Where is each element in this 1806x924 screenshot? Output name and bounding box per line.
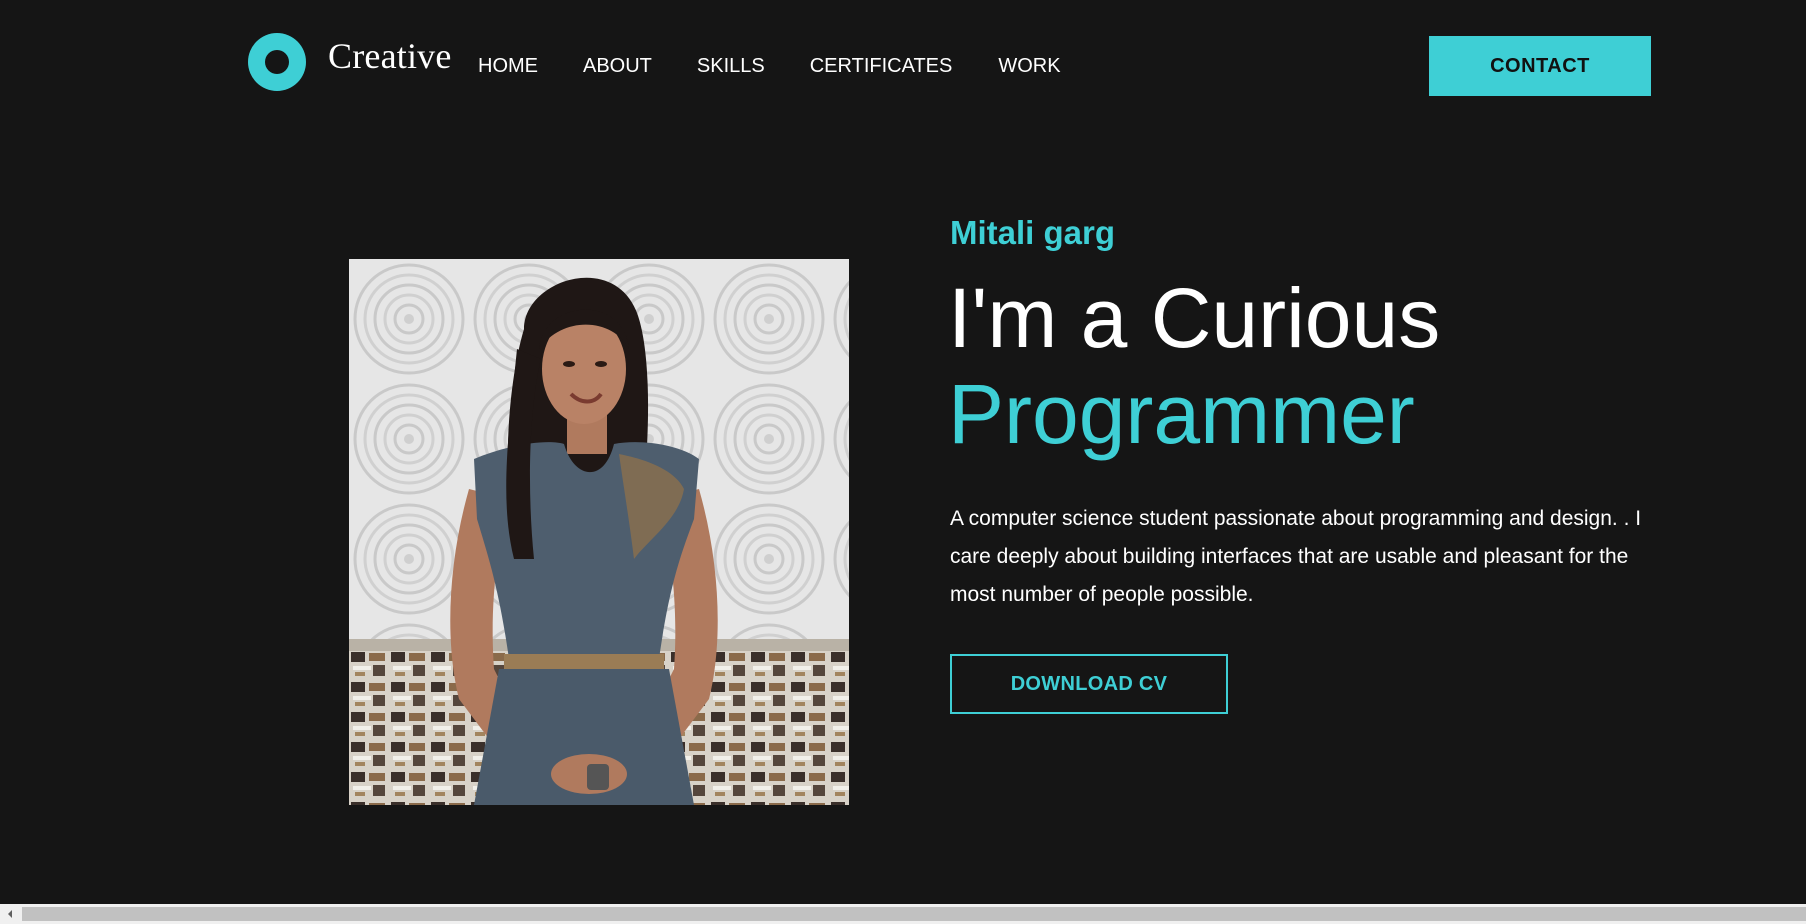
logo-text[interactable]: Creative (328, 38, 452, 74)
nav-item-home[interactable]: HOME (478, 54, 538, 78)
nav-item-work[interactable]: WORK (998, 54, 1060, 78)
contact-button[interactable]: CONTACT (1429, 36, 1651, 96)
download-cv-button[interactable]: DOWNLOAD CV (950, 654, 1228, 714)
horizontal-scrollbar[interactable] (0, 904, 1806, 924)
hero-headline-line2: Programmer (948, 367, 1415, 461)
chevron-left-icon[interactable] (0, 904, 20, 924)
profile-photo (349, 259, 849, 805)
page: Creative HOME ABOUT SKILLS CERTIFICATES … (0, 0, 1806, 924)
hero-headline-line1: I'm a Curious (948, 271, 1441, 365)
nav-item-certificates[interactable]: CERTIFICATES (810, 54, 953, 78)
nav-item-skills[interactable]: SKILLS (697, 54, 765, 78)
nav-item-about[interactable]: ABOUT (583, 54, 652, 78)
logo-ring-icon[interactable] (248, 33, 306, 91)
hero-name: Mitali garg (950, 214, 1116, 251)
main-nav: HOME ABOUT SKILLS CERTIFICATES WORK (478, 54, 1061, 78)
hero-description: A computer science student passionate ab… (950, 507, 1642, 606)
scrollbar-thumb[interactable] (22, 907, 1806, 921)
